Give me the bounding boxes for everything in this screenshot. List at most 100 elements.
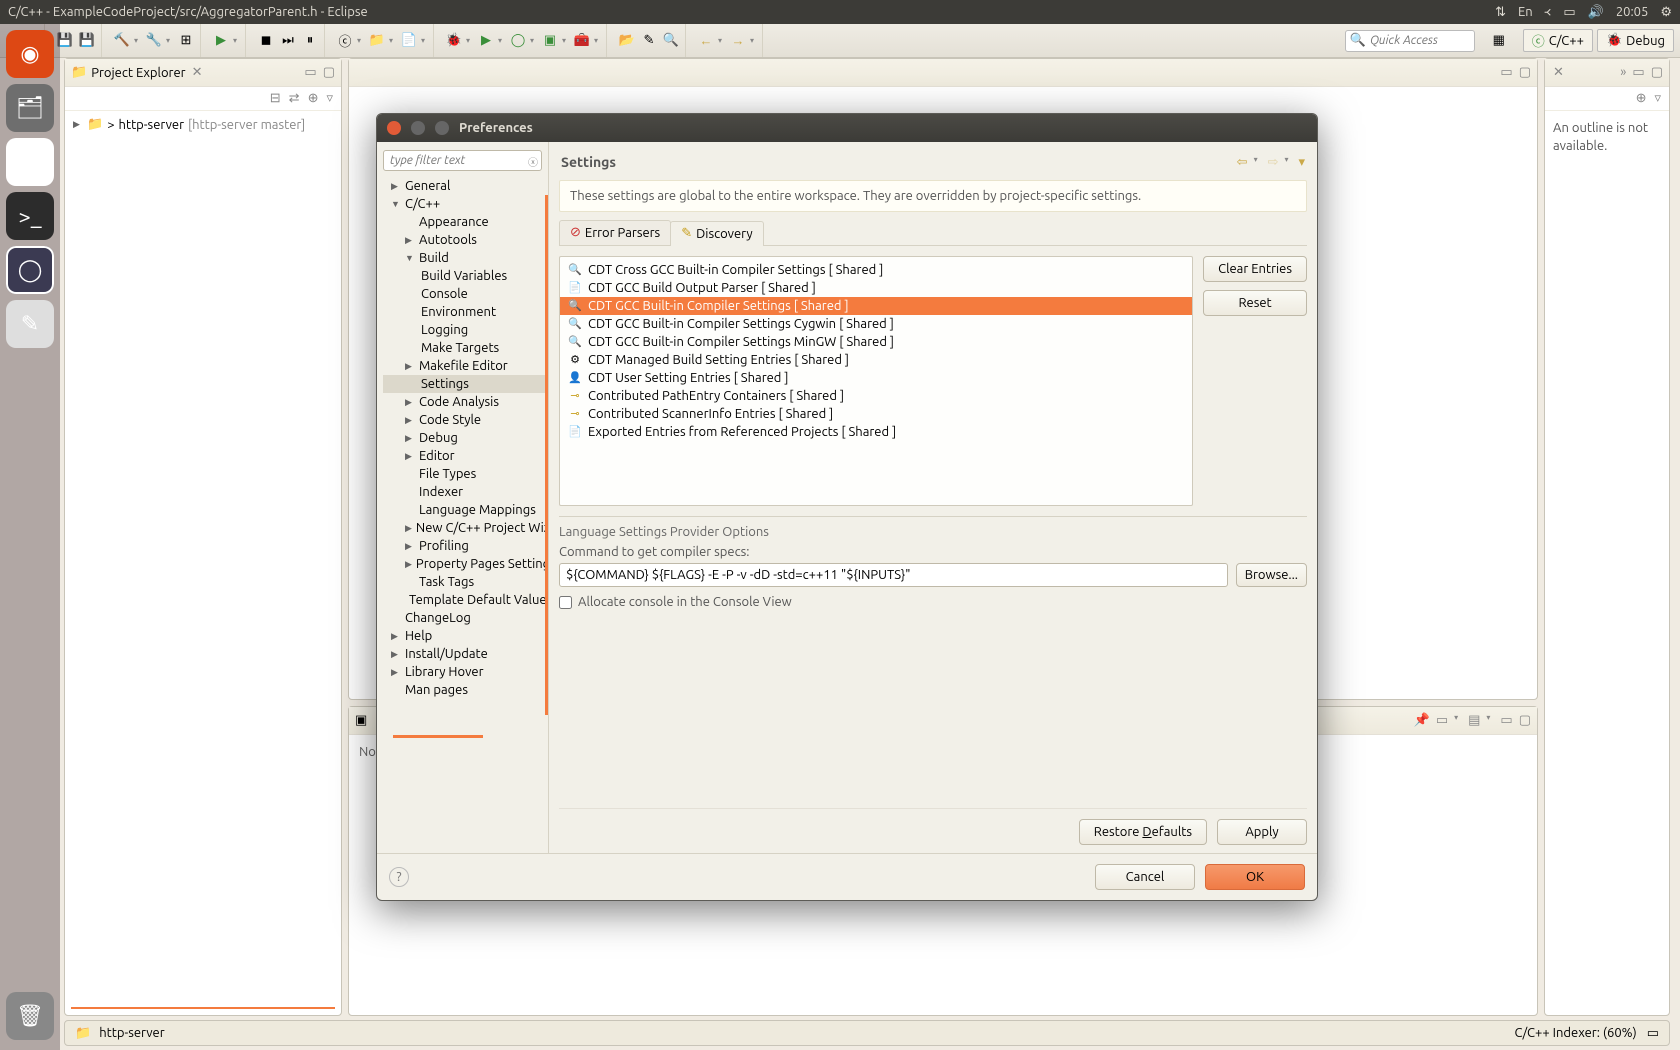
keyboard-layout-indicator[interactable]: En (1518, 5, 1533, 19)
tab-discovery[interactable]: ✎Discovery (670, 221, 763, 246)
help-icon[interactable]: ? (389, 867, 409, 887)
gear-icon[interactable]: ⚙ (1660, 5, 1672, 20)
nav-forward-icon[interactable]: ⇨ (1268, 155, 1279, 170)
cancel-button[interactable]: Cancel (1095, 864, 1195, 890)
tree-makefile-editor[interactable]: ▶Makefile Editor (383, 357, 548, 375)
skip-icon[interactable]: ⏭ (278, 31, 298, 51)
nav-menu-icon[interactable]: ▾ (1298, 155, 1305, 170)
window-maximize-icon[interactable] (435, 121, 449, 135)
back-icon[interactable]: ← (696, 31, 716, 51)
ok-button[interactable]: OK (1205, 864, 1305, 890)
stop-icon[interactable]: ◼ (256, 31, 276, 51)
forward-icon[interactable]: → (728, 31, 748, 51)
minimize-icon[interactable]: ▭ (1500, 65, 1512, 80)
tree-man-pages[interactable]: Man pages (383, 681, 548, 699)
tree-task-tags[interactable]: Task Tags (383, 573, 548, 591)
tree-install-update[interactable]: ▶Install/Update (383, 645, 548, 663)
search-icon[interactable]: 🔍 (661, 31, 681, 51)
tree-property-pages[interactable]: ▶Property Pages Settings (383, 555, 548, 573)
provider-item[interactable]: 📄CDT GCC Build Output Parser [ Shared ] (560, 279, 1192, 297)
reset-button[interactable]: Reset (1203, 290, 1307, 316)
maximize-icon[interactable]: ▢ (1519, 713, 1531, 728)
tree-console[interactable]: Console (383, 285, 548, 303)
open-perspective-icon[interactable]: ▦ (1489, 31, 1509, 51)
tree-lang-mappings[interactable]: Language Mappings (383, 501, 548, 519)
provider-item[interactable]: ⚙CDT Managed Build Setting Entries [ Sha… (560, 351, 1192, 369)
new-file-icon[interactable]: 📄 (399, 31, 419, 51)
tree-new-project-wizard[interactable]: ▶New C/C++ Project Wizard (383, 519, 548, 537)
files-icon[interactable]: 🗂 (6, 84, 54, 132)
build-icon[interactable]: 🔨 (112, 31, 132, 51)
network-icon[interactable]: ⇅ (1495, 5, 1506, 20)
maximize-icon[interactable]: ▢ (1519, 65, 1531, 80)
build-target-icon[interactable]: ⊞ (176, 31, 196, 51)
link-editor-icon[interactable]: ⇄ (289, 91, 300, 106)
gedit-icon[interactable]: ✎ (6, 300, 54, 348)
provider-item[interactable]: ⊸Contributed ScannerInfo Entries [ Share… (560, 405, 1192, 423)
suspend-icon[interactable]: ⏸ (300, 31, 320, 51)
tree-autotools[interactable]: ▶Autotools (383, 231, 548, 249)
provider-item[interactable]: 🔍CDT GCC Built-in Compiler Settings MinG… (560, 333, 1192, 351)
project-explorer-tab[interactable]: 📁 Project Explorer ✕ ▭ ▢ (65, 59, 341, 87)
run2-icon[interactable]: ▶ (476, 31, 496, 51)
dash-icon[interactable]: ◉ (6, 30, 54, 78)
view-menu-icon[interactable]: ▿ (326, 91, 333, 106)
build-cfg-icon[interactable]: 🔧 (144, 31, 164, 51)
quick-access[interactable]: 🔍 (1345, 30, 1475, 52)
restore-defaults-button[interactable]: Restore Defaults (1079, 819, 1207, 845)
save-all-icon[interactable]: 💾 (77, 31, 97, 51)
minimize-icon[interactable]: ▭ (1632, 65, 1644, 80)
tree-file-types[interactable]: File Types (383, 465, 548, 483)
perspective-debug[interactable]: 🐞Debug (1597, 29, 1674, 52)
tab-error-parsers[interactable]: ⊘Error Parsers (559, 220, 671, 245)
chrome-icon[interactable]: ◐ (6, 138, 54, 186)
provider-item[interactable]: 🔍CDT Cross GCC Built-in Compiler Setting… (560, 261, 1192, 279)
allocate-console-check[interactable]: Allocate console in the Console View (559, 595, 1307, 609)
clock[interactable]: 20:05 (1616, 5, 1649, 19)
open-type-icon[interactable]: 📂 (617, 31, 637, 51)
window-minimize-icon[interactable] (411, 121, 425, 135)
filter-input[interactable] (383, 150, 542, 171)
nav-back-icon[interactable]: ⇦ (1237, 155, 1248, 170)
run-icon[interactable]: ▶ (211, 31, 231, 51)
bluetooth-icon[interactable]: ᚜ (1545, 5, 1552, 20)
sort-icon[interactable]: ⊕ (1636, 91, 1647, 106)
maximize-icon[interactable]: ▢ (323, 65, 335, 80)
tree-item-http-server[interactable]: ▶ 📁 > http-server [http-server master] (71, 115, 335, 134)
coverage-icon[interactable]: ▣ (540, 31, 560, 51)
eclipse-icon[interactable]: ◯ (6, 246, 54, 294)
compiler-specs-input[interactable] (559, 563, 1228, 587)
provider-item-selected[interactable]: 🔍CDT GCC Built-in Compiler Settings [ Sh… (560, 297, 1192, 315)
collapse-all-icon[interactable]: ⊟ (270, 91, 281, 106)
allocate-console-checkbox[interactable] (559, 596, 572, 609)
close-icon[interactable]: ✕ (1553, 65, 1564, 80)
tree-general[interactable]: ▶General (383, 177, 548, 195)
provider-item[interactable]: 👤CDT User Setting Entries [ Shared ] (560, 369, 1192, 387)
profile-icon[interactable]: ◯ (508, 31, 528, 51)
tree-profiling[interactable]: ▶Profiling (383, 537, 548, 555)
minimize-icon[interactable]: ▭ (1500, 713, 1512, 728)
apply-button[interactable]: Apply (1217, 819, 1307, 845)
tree-environment[interactable]: Environment (383, 303, 548, 321)
close-icon[interactable]: ✕ (192, 65, 203, 80)
menu-icon[interactable]: » (1620, 65, 1626, 80)
debug-icon[interactable]: 🐞 (444, 31, 464, 51)
tree-changelog[interactable]: ChangeLog (383, 609, 548, 627)
tree-indexer[interactable]: Indexer (383, 483, 548, 501)
provider-item[interactable]: 🔍CDT GCC Built-in Compiler Settings Cygw… (560, 315, 1192, 333)
tree-build[interactable]: ▼Build (383, 249, 548, 267)
pin-icon[interactable]: 📌 (1414, 713, 1430, 728)
preferences-category-tree[interactable]: ▶General ▼C/C++ Appearance ▶Autotools ▼B… (383, 177, 548, 845)
browse-button[interactable]: Browse... (1236, 563, 1307, 587)
tree-code-analysis[interactable]: ▶Code Analysis (383, 393, 548, 411)
dialog-titlebar[interactable]: Preferences (377, 114, 1317, 142)
clear-entries-button[interactable]: Clear Entries (1203, 256, 1307, 282)
tree-settings[interactable]: Settings (383, 375, 548, 393)
clear-icon[interactable]: ⓧ (528, 154, 538, 169)
window-close-icon[interactable] (387, 121, 401, 135)
tree-build-variables[interactable]: Build Variables (383, 267, 548, 285)
ext-tools-icon[interactable]: 🧰 (572, 31, 592, 51)
open-console-icon[interactable]: ▤ (1468, 713, 1480, 728)
tree-debug[interactable]: ▶Debug (383, 429, 548, 447)
provider-list[interactable]: 🔍CDT Cross GCC Built-in Compiler Setting… (559, 256, 1193, 506)
